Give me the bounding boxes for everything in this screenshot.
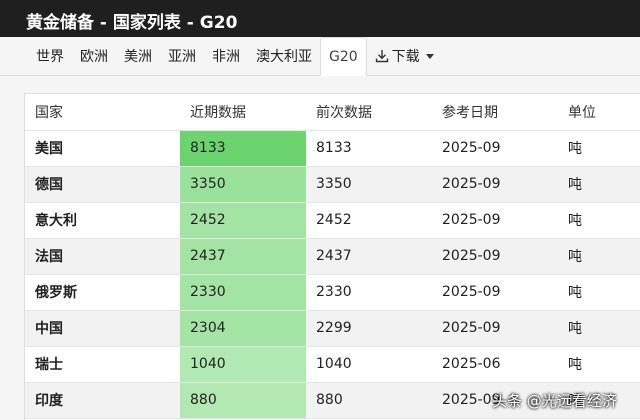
cell-country: 法国	[25, 238, 180, 275]
cell-previous: 3350	[306, 166, 432, 203]
table-row[interactable]: 法国 2437 2437 2025-09 吨	[25, 238, 640, 275]
download-menu-button[interactable]: 下载	[367, 37, 440, 75]
cell-latest: 2304	[180, 310, 306, 347]
cell-date: 2025-09	[432, 238, 558, 275]
cell-latest: 2437	[180, 238, 306, 275]
cell-latest: 880	[180, 382, 306, 419]
page-title: 黄金储备 - 国家列表 - G20	[0, 0, 640, 37]
tab-africa[interactable]: 非洲	[204, 37, 248, 75]
cell-country: 德国	[25, 166, 180, 203]
table-row[interactable]: 意大利 2452 2452 2025-09 吨	[25, 202, 640, 239]
tab-america[interactable]: 美洲	[116, 37, 160, 75]
cell-unit: 吨	[558, 166, 640, 203]
cell-date: 2025-09	[432, 310, 558, 347]
cell-date: 2025-09	[432, 130, 558, 167]
table-header-row: 国家 近期数据 前次数据 参考日期 单位	[25, 94, 640, 131]
cell-unit: 吨	[558, 202, 640, 239]
cell-date: 2025-09	[432, 166, 558, 203]
cell-date: 2025-09	[432, 202, 558, 239]
tab-australia[interactable]: 澳大利亚	[248, 37, 320, 75]
cell-previous: 2452	[306, 202, 432, 239]
tab-asia[interactable]: 亚洲	[160, 37, 204, 75]
column-header-latest[interactable]: 近期数据	[180, 94, 306, 131]
gold-reserves-table: 国家 近期数据 前次数据 参考日期 单位 美国 8133 8133 2025-09 吨德…	[25, 94, 640, 419]
cell-latest: 2330	[180, 274, 306, 311]
cell-previous: 2437	[306, 238, 432, 275]
column-header-previous[interactable]: 前次数据	[306, 94, 432, 131]
table-row[interactable]: 俄罗斯 2330 2330 2025-09 吨	[25, 274, 640, 311]
cell-previous: 880	[306, 382, 432, 419]
column-header-unit[interactable]: 单位	[558, 94, 640, 131]
cell-country: 意大利	[25, 202, 180, 239]
cell-unit: 吨	[558, 310, 640, 347]
table-row[interactable]: 美国 8133 8133 2025-09 吨	[25, 130, 640, 167]
region-tab-bar: 世界 欧洲 美洲 亚洲 非洲 澳大利亚 G20 下载	[0, 37, 640, 76]
cell-latest: 3350	[180, 166, 306, 203]
download-icon	[375, 50, 388, 63]
cell-country: 美国	[25, 130, 180, 167]
tab-g20[interactable]: G20	[320, 37, 367, 76]
cell-country: 印度	[25, 382, 180, 419]
cell-country: 瑞士	[25, 346, 180, 383]
cell-country: 中国	[25, 310, 180, 347]
cell-date: 2025-09	[432, 274, 558, 311]
cell-previous: 2299	[306, 310, 432, 347]
cell-unit: 吨	[558, 274, 640, 311]
cell-unit: 吨	[558, 238, 640, 275]
cell-previous: 1040	[306, 346, 432, 383]
cell-date: 2025-06	[432, 346, 558, 383]
cell-unit: 吨	[558, 130, 640, 167]
chevron-down-icon	[425, 53, 434, 59]
cell-latest: 8133	[180, 130, 306, 167]
watermark: 头条 @光远看经济	[492, 392, 617, 410]
table-row[interactable]: 德国 3350 3350 2025-09 吨	[25, 166, 640, 203]
cell-previous: 2330	[306, 274, 432, 311]
cell-previous: 8133	[306, 130, 432, 167]
table-row[interactable]: 瑞士 1040 1040 2025-06 吨	[25, 346, 640, 383]
country-table-panel: 国家 近期数据 前次数据 参考日期 单位 美国 8133 8133 2025-09 吨德…	[24, 93, 640, 420]
tab-world[interactable]: 世界	[28, 37, 72, 75]
table-row[interactable]: 中国 2304 2299 2025-09 吨	[25, 310, 640, 347]
cell-latest: 1040	[180, 346, 306, 383]
cell-country: 俄罗斯	[25, 274, 180, 311]
download-label: 下载	[391, 49, 420, 65]
cell-unit: 吨	[558, 346, 640, 383]
cell-latest: 2452	[180, 202, 306, 239]
tab-europe[interactable]: 欧洲	[72, 37, 116, 75]
column-header-country[interactable]: 国家	[25, 94, 180, 131]
column-header-date[interactable]: 参考日期	[432, 94, 558, 131]
